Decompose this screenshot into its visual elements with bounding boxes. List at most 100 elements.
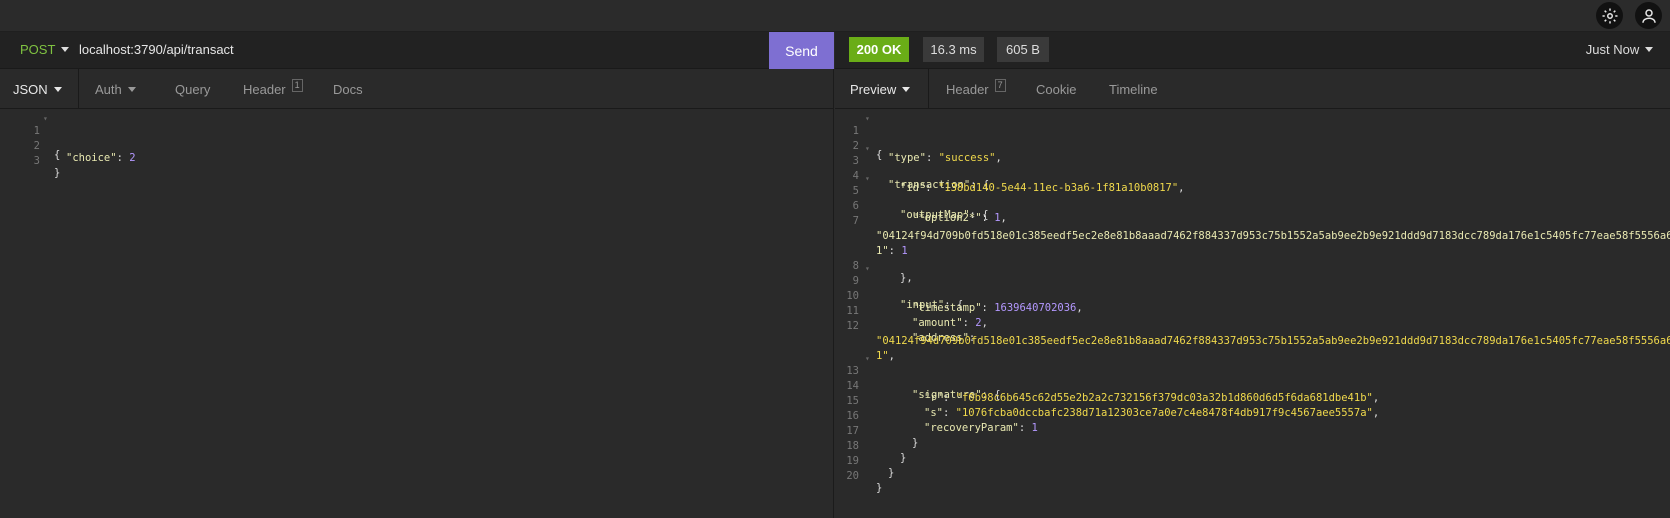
code-line: 13 ▾ "signature": { xyxy=(835,353,1000,401)
code-line: 1 ▾ { xyxy=(0,113,61,161)
code-line: 6 "*option2*": 1, xyxy=(835,188,1007,224)
code-text: 1", xyxy=(876,350,895,362)
fold-toggle-icon[interactable]: ▾ xyxy=(865,264,870,273)
gear-icon[interactable] xyxy=(1596,2,1623,29)
line-number: 3 xyxy=(33,155,40,167)
chevron-down-icon xyxy=(61,47,70,52)
response-time-badge: 16.3 ms xyxy=(923,37,984,62)
code-text: "type": "success", xyxy=(888,152,1002,164)
code-line: "04124f94d709b0fd518e01c385eedf5ec2e8e81… xyxy=(835,323,1670,347)
code-text: }, xyxy=(900,272,913,284)
tab-label: Header xyxy=(946,81,989,97)
code-text: } xyxy=(54,167,61,179)
tab-response-header[interactable]: Header 7 xyxy=(946,69,1006,109)
tab-label: Auth xyxy=(95,81,122,97)
tab-json[interactable]: JSON xyxy=(13,69,62,109)
code-line: 17 } xyxy=(835,413,918,449)
method-label: POST xyxy=(20,42,56,57)
code-line: 20 } xyxy=(835,458,882,494)
code-text: "id": "138bd140-5e44-11ec-b3a6-1f81a10b0… xyxy=(900,182,1185,194)
code-line: 1", xyxy=(835,338,895,362)
chevron-down-icon xyxy=(902,86,911,92)
line-number: 20 xyxy=(846,470,859,482)
tab-header[interactable]: Header 1 xyxy=(243,69,303,109)
code-text: } xyxy=(912,437,919,449)
code-text: "*option2*": 1, xyxy=(912,212,1007,224)
header-count-badge: 7 xyxy=(994,78,1006,92)
tab-label: Preview xyxy=(850,81,897,97)
header-count-badge: 1 xyxy=(291,78,303,92)
code-text: "r": "f0b98c6b645c62d55e2b2a2c732156f379… xyxy=(924,392,1380,404)
code-text: { xyxy=(876,149,883,161)
code-text: } xyxy=(876,482,883,494)
fold-toggle-icon[interactable]: ▾ xyxy=(865,354,870,363)
code-text: { xyxy=(54,149,61,161)
response-pane: 200 OK 16.3 ms 605 B Just Now Preview He… xyxy=(835,32,1670,518)
tab-docs[interactable]: Docs xyxy=(333,69,363,109)
tab-query[interactable]: Query xyxy=(175,69,210,109)
response-tabs: Preview Header 7 Cookie Timeline xyxy=(835,69,1670,109)
code-line: 5 ▾ "outputMap": { xyxy=(835,173,989,221)
code-line: 19 } xyxy=(835,443,894,479)
tab-label: Docs xyxy=(333,81,363,97)
code-line: 8 }, xyxy=(835,248,913,284)
code-line: 16 "recoveryParam": 1 xyxy=(835,398,1037,434)
code-line: 4 "id": "138bd140-5e44-11ec-b3a6-1f81a10… xyxy=(835,158,1185,194)
code-line: 14 "r": "f0b98c6b645c62d55e2b2a2c732156f… xyxy=(835,368,1379,404)
tab-divider xyxy=(78,69,79,109)
tab-label: JSON xyxy=(13,81,48,97)
code-line: 2 "type": "success", xyxy=(835,128,1002,164)
code-line: 18 } xyxy=(835,428,906,464)
history-label: Just Now xyxy=(1585,42,1640,57)
code-text: } xyxy=(900,452,907,464)
chevron-down-icon xyxy=(53,86,62,92)
code-line: 7 xyxy=(835,203,873,227)
status-badge: 200 OK xyxy=(849,37,909,62)
tab-label: Cookie xyxy=(1036,81,1077,97)
tab-label: Query xyxy=(175,81,211,97)
tab-divider xyxy=(928,69,929,109)
request-tabs: JSON Auth Query Header 1 Docs xyxy=(0,69,833,109)
code-text: "s": "1076fcba0dccbafc238d71a12303ce7a0e… xyxy=(924,407,1380,419)
code-text: 1": 1 xyxy=(876,245,908,257)
fold-toggle-icon[interactable]: ▾ xyxy=(865,174,870,183)
code-text: "choice": 2 xyxy=(66,152,136,164)
top-bar xyxy=(0,0,1670,32)
code-line: 9 ▾ "input": { xyxy=(835,263,964,311)
fold-toggle-icon[interactable]: ▾ xyxy=(865,144,870,153)
code-line: 10 "timestamp": 1639640702036, xyxy=(835,278,1082,314)
code-line: 3 ▾ "transaction": { xyxy=(835,143,989,191)
method-dropdown[interactable]: POST xyxy=(20,42,70,57)
tab-timeline[interactable]: Timeline xyxy=(1109,69,1158,109)
response-status-bar: 200 OK 16.3 ms 605 B Just Now xyxy=(835,32,1670,69)
code-line: 1 ▾ { xyxy=(835,113,883,161)
code-line: 1": 1 xyxy=(835,233,908,257)
fold-toggle-icon[interactable]: ▾ xyxy=(865,114,870,123)
request-pane: POST Send JSON Auth Query Header 1 Docs … xyxy=(0,32,834,518)
code-text: "04124f94d709b0fd518e01c385eedf5ec2e8e81… xyxy=(876,335,1670,347)
tab-cookie[interactable]: Cookie xyxy=(1036,69,1076,109)
code-line: 11 "amount": 2, xyxy=(835,293,988,329)
code-line: 12 "address": xyxy=(835,308,975,344)
user-icon[interactable] xyxy=(1635,2,1662,29)
code-text: } xyxy=(888,467,895,479)
url-input[interactable] xyxy=(79,42,639,57)
code-text: "04124f94d709b0fd518e01c385eedf5ec2e8e81… xyxy=(876,230,1670,242)
code-line: "04124f94d709b0fd518e01c385eedf5ec2e8e81… xyxy=(835,218,1670,242)
code-text: "amount": 2, xyxy=(912,317,988,329)
tab-label: Header xyxy=(243,81,286,97)
url-bar: POST Send xyxy=(0,32,834,69)
chevron-down-icon xyxy=(1645,47,1654,52)
code-line: 2 "choice": 2 xyxy=(0,128,136,164)
history-dropdown[interactable]: Just Now xyxy=(1582,37,1657,62)
tab-preview[interactable]: Preview xyxy=(850,69,911,109)
chevron-down-icon xyxy=(127,86,136,92)
fold-toggle-icon[interactable]: ▾ xyxy=(43,114,48,123)
send-button[interactable]: Send xyxy=(769,32,834,69)
code-line: 3 } xyxy=(0,143,61,179)
tab-auth[interactable]: Auth xyxy=(95,69,136,109)
code-text: "recoveryParam": 1 xyxy=(924,422,1038,434)
tab-label: Timeline xyxy=(1109,81,1158,97)
code-line: 15 "s": "1076fcba0dccbafc238d71a12303ce7… xyxy=(835,383,1379,419)
response-size-badge: 605 B xyxy=(997,37,1049,62)
